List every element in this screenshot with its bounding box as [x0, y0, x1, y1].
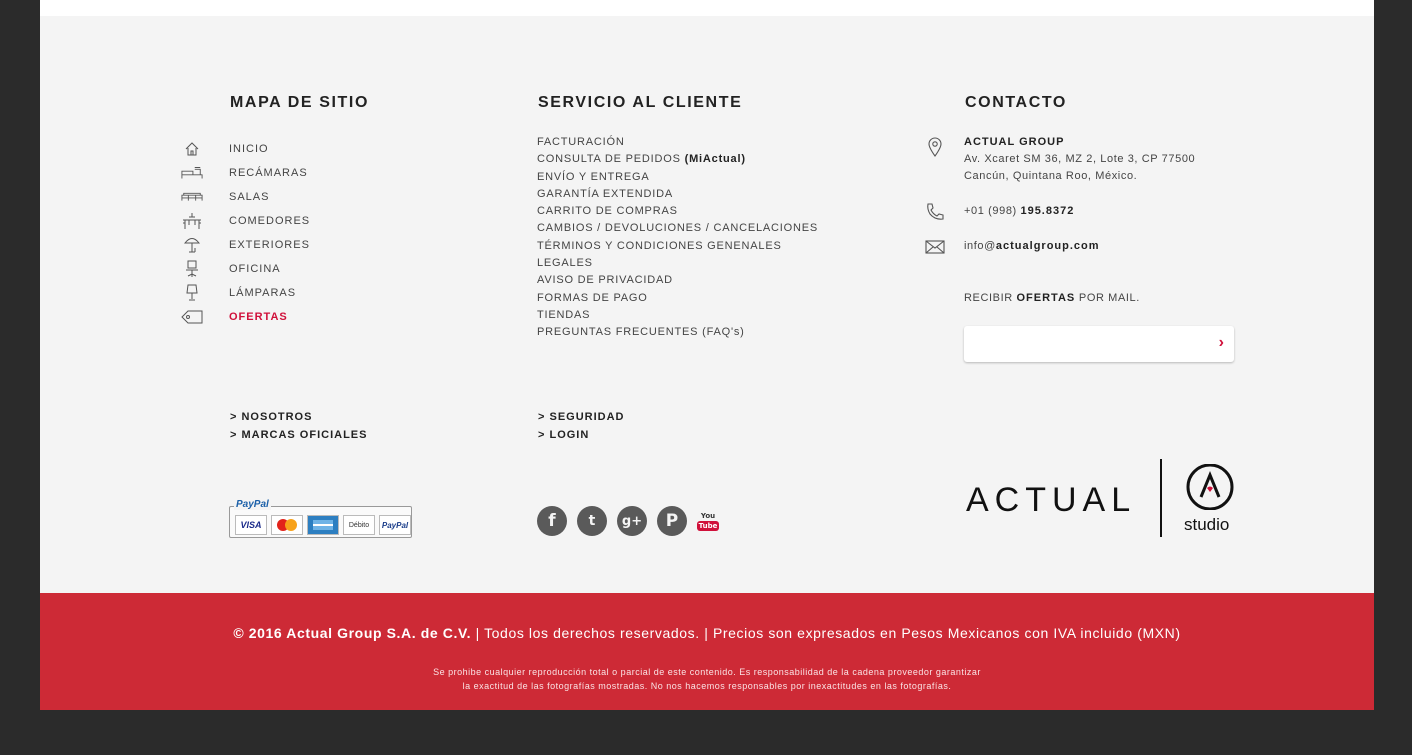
service-link-garantia[interactable]: GARANTÍA EXTENDIDA: [537, 186, 818, 203]
service-link-facturacion[interactable]: FACTURACIÓN: [537, 134, 818, 151]
email-domain: actualgroup.com: [995, 240, 1100, 252]
site-map-item-comedores[interactable]: COMEDORES: [183, 209, 311, 233]
home-icon: [181, 140, 203, 158]
service-link-faq[interactable]: PREGUNTAS FRECUENTES (FAQ's): [537, 324, 818, 341]
contact-email[interactable]: info@actualgroup.com: [925, 238, 1100, 255]
customer-service-list: FACTURACIÓN CONSULTA DE PEDIDOS (MiActua…: [537, 134, 818, 342]
newsletter-form: ›: [964, 326, 1234, 362]
dining-table-icon: [181, 212, 203, 230]
site-map-item-label: INICIO: [229, 143, 269, 155]
site-map-item-oficina[interactable]: OFICINA: [186, 257, 310, 281]
payment-cards: VISA Débito PayPal: [235, 515, 411, 535]
service-link-terminos[interactable]: TÉRMINOS Y CONDICIONES GENENALES: [537, 238, 818, 255]
facebook-icon[interactable]: f: [537, 506, 567, 536]
youtube-you-label: You: [700, 512, 716, 520]
address-line-2: Cancún, Quintana Roo, México.: [964, 170, 1138, 182]
site-map-item-label: LÁMPARAS: [229, 287, 297, 299]
email-user: info@: [964, 240, 996, 252]
google-plus-icon[interactable]: g+: [617, 506, 647, 536]
site-map-item-lamparas[interactable]: LÁMPARAS: [186, 281, 310, 305]
service-link-label: CONSULTA DE PEDIDOS: [537, 153, 681, 166]
link-seguridad[interactable]: > SEGURIDAD: [538, 408, 625, 426]
phone-number: 195.8372: [1020, 205, 1075, 217]
link-marcas-oficiales[interactable]: > MARCAS OFICIALES: [230, 426, 367, 444]
extra-links-col1: > NOSOTROS > MARCAS OFICIALES: [230, 408, 367, 444]
site-map-item-label: COMEDORES: [229, 215, 311, 227]
site-map-item-salas[interactable]: SALAS: [181, 185, 310, 209]
service-link-consulta-pedidos[interactable]: CONSULTA DE PEDIDOS (MiActual): [537, 151, 818, 168]
debit-card-icon: Débito: [343, 515, 375, 535]
actual-logo-wordmark: ACTUAL: [966, 481, 1137, 519]
copyright-line: © 2016 Actual Group S.A. de C.V. | Todos…: [40, 625, 1374, 641]
studio-logo-mark: [1185, 463, 1235, 515]
amex-card-icon: [307, 515, 339, 535]
site-map-item-label: OFERTAS: [229, 311, 288, 323]
paypal-title: PayPal: [234, 499, 271, 510]
extra-links-col2: > SEGURIDAD > LOGIN: [538, 408, 625, 444]
newsletter-post: POR MAIL.: [1078, 292, 1140, 304]
site-map-item-recamaras[interactable]: RECÁMARAS: [181, 161, 310, 185]
phone-icon: [924, 201, 946, 223]
umbrella-icon: [181, 236, 203, 254]
service-link-legales[interactable]: LEGALES: [537, 255, 818, 272]
site-map-list: INICIO RECÁMARAS SALAS COMEDORES EXTERIO…: [181, 137, 311, 329]
youtube-tube-label: Tube: [697, 520, 719, 531]
site-map-item-ofertas[interactable]: OFERTAS: [181, 305, 310, 329]
site-map-item-label: EXTERIORES: [229, 239, 310, 251]
disclaimer-line-1: Se prohibe cualquier reproducción total …: [433, 667, 981, 677]
mail-icon: [924, 236, 946, 258]
social-links: f t g+ P You Tube: [537, 506, 729, 536]
pinterest-icon[interactable]: P: [657, 506, 687, 536]
logo-divider: [1160, 459, 1162, 537]
paypal-card-icon: PayPal: [379, 515, 411, 535]
site-map-item-inicio[interactable]: INICIO: [185, 137, 310, 161]
copyright-bold: © 2016 Actual Group S.A. de C.V.: [233, 625, 472, 641]
disclaimer-line-2: la exactitud de las fotografías mostrada…: [462, 681, 952, 691]
phone-prefix: +01 (998): [964, 205, 1017, 217]
service-link-privacidad[interactable]: AVISO DE PRIVACIDAD: [537, 272, 818, 289]
visa-card-icon: VISA: [235, 515, 267, 535]
contact-heading: CONTACTO: [965, 94, 1067, 111]
link-nosotros[interactable]: > NOSOTROS: [230, 408, 367, 426]
miactual-label: (MiActual): [684, 153, 746, 166]
payment-methods-badge: PayPal VISA Débito PayPal: [229, 499, 412, 538]
site-map-item-label: SALAS: [229, 191, 270, 203]
studio-label: studio: [1184, 515, 1230, 534]
address-line-1: Av. Xcaret SM 36, MZ 2, Lote 3, CP 77500: [964, 153, 1196, 165]
service-link-envio[interactable]: ENVÍO Y ENTREGA: [537, 169, 818, 186]
tag-icon: [181, 308, 203, 326]
newsletter-email-input[interactable]: [964, 326, 1214, 360]
newsletter-submit-button[interactable]: ›: [1219, 334, 1224, 352]
newsletter-label: RECIBIR OFERTAS POR MAIL.: [964, 290, 1140, 307]
customer-service-heading: SERVICIO AL CLIENTE: [538, 94, 743, 111]
disclaimer: Se prohibe cualquier reproducción total …: [40, 665, 1374, 693]
mastercard-icon: [271, 515, 303, 535]
location-pin-icon: [924, 136, 946, 158]
youtube-icon[interactable]: You Tube: [697, 510, 719, 532]
service-link-carrito[interactable]: CARRITO DE COMPRAS: [537, 203, 818, 220]
sofa-icon: [181, 188, 203, 206]
service-link-formas-pago[interactable]: FORMAS DE PAGO: [537, 290, 818, 307]
copyright-rest: | Todos los derechos reservados. | Preci…: [471, 625, 1181, 641]
site-map-item-exteriores[interactable]: EXTERIORES: [184, 233, 310, 257]
newsletter-bold: OFERTAS: [1016, 292, 1076, 304]
service-link-cambios[interactable]: CAMBIOS / DEVOLUCIONES / CANCELACIONES: [537, 220, 818, 237]
service-link-tiendas[interactable]: TIENDAS: [537, 307, 818, 324]
site-map-heading: MAPA DE SITIO: [230, 94, 370, 111]
page-content-bottom: [40, 0, 1374, 16]
twitter-icon[interactable]: t: [577, 506, 607, 536]
bed-icon: [181, 164, 203, 182]
contact-phone[interactable]: +01 (998) 195.8372: [927, 203, 1075, 220]
site-map-item-label: RECÁMARAS: [229, 167, 308, 179]
company-name: ACTUAL GROUP: [964, 136, 1065, 148]
link-login[interactable]: > LOGIN: [538, 426, 625, 444]
copyright-bar: © 2016 Actual Group S.A. de C.V. | Todos…: [40, 593, 1374, 710]
newsletter-pre: RECIBIR: [964, 292, 1013, 304]
office-chair-icon: [181, 260, 203, 278]
site-map-item-label: OFICINA: [229, 263, 281, 275]
lamp-icon: [181, 284, 203, 302]
contact-address: ACTUAL GROUP Av. Xcaret SM 36, MZ 2, Lot…: [928, 134, 1196, 185]
